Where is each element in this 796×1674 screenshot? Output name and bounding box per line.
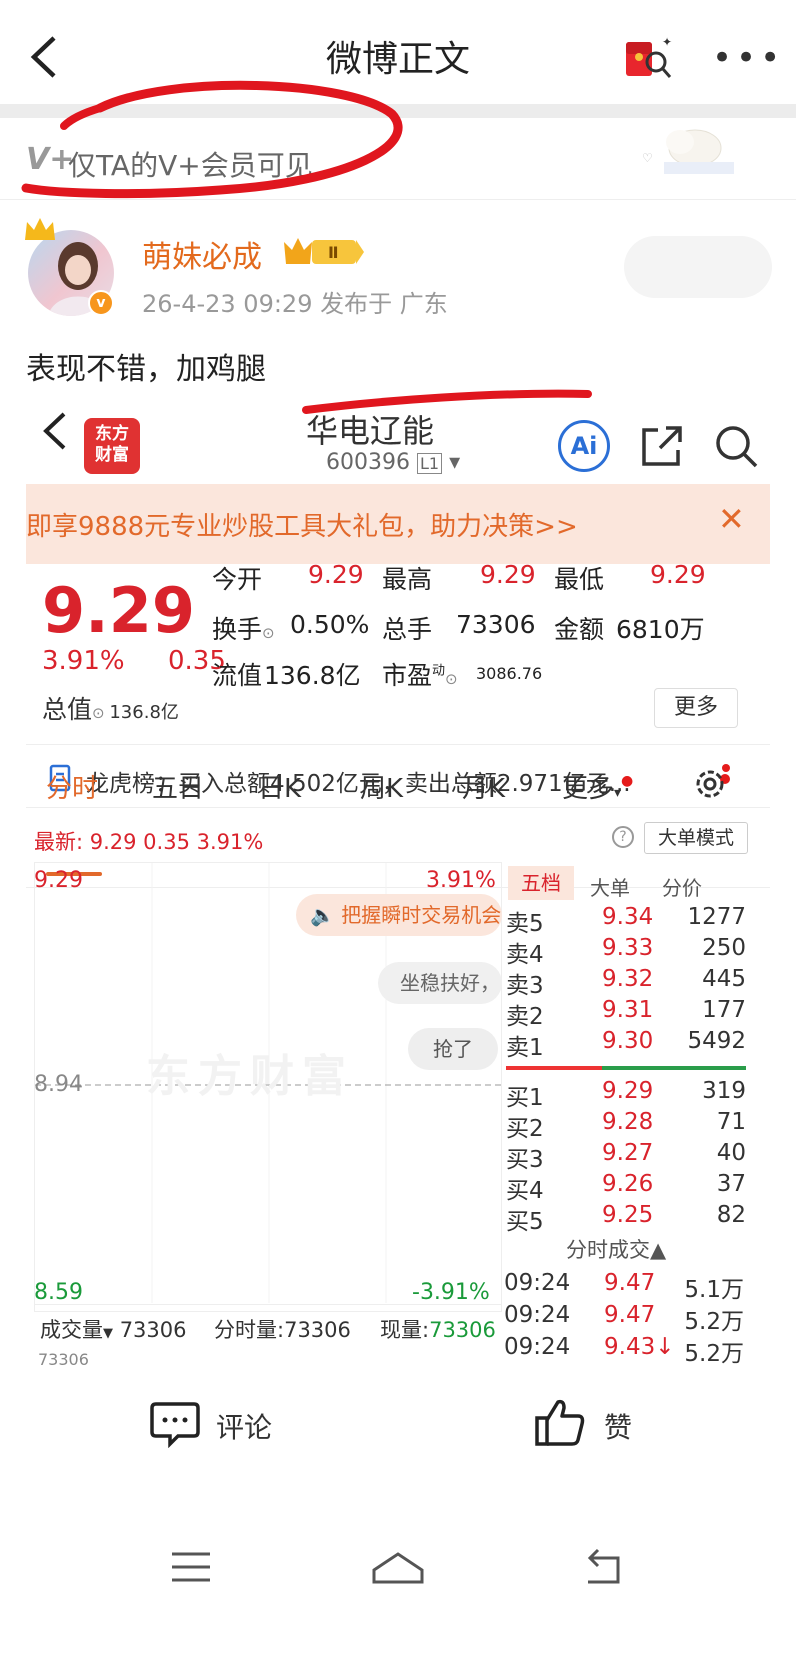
chart-low: 8.59 bbox=[34, 1280, 83, 1305]
amount-value: 6810万 bbox=[616, 615, 705, 644]
tab-orderbook: 五档 bbox=[508, 866, 574, 900]
comment-bubble: 坐稳扶好， bbox=[378, 962, 502, 1004]
tab-month-k: 月K bbox=[462, 774, 506, 804]
low-label: 最低 bbox=[554, 565, 605, 594]
big-order-mode-button: 大单模式 bbox=[644, 822, 748, 854]
chart-high: 9.29 bbox=[34, 868, 83, 893]
search-icon bbox=[716, 426, 758, 468]
thumbs-up-icon[interactable] bbox=[534, 1396, 586, 1448]
opportunity-tip: 🔈 把握瞬时交易机会 bbox=[296, 894, 502, 936]
tab-price-split: 分价 bbox=[662, 876, 702, 900]
stock-pct: 3.91% bbox=[42, 646, 125, 676]
chart-low-pct: -3.91% bbox=[412, 1280, 490, 1305]
svg-text:♡: ♡ bbox=[642, 151, 653, 165]
high-label: 最高 bbox=[382, 565, 433, 594]
red-packet-icon[interactable]: ✦ bbox=[622, 32, 674, 84]
gear-icon bbox=[696, 764, 730, 798]
pe-value: 3086.76 bbox=[476, 664, 543, 683]
crown-icon bbox=[25, 218, 55, 240]
float-cap-label: 流值 bbox=[212, 661, 263, 690]
sell-row: 卖2 9.31 177 bbox=[506, 997, 746, 1030]
turnover-label: 换手⊙ bbox=[212, 615, 275, 644]
svg-text:Ⅱ: Ⅱ bbox=[328, 243, 339, 262]
ai-icon: Ai bbox=[558, 420, 610, 472]
red-annotation-circle bbox=[21, 80, 403, 199]
volume-total: 成交量▼ 73306 bbox=[40, 1318, 187, 1342]
follow-button[interactable] bbox=[624, 236, 772, 298]
embedded-screenshot[interactable]: 东方 财富 华电辽能 600396 L1 ▾ Ai 即享9888元专业炒股工具大… bbox=[26, 384, 770, 1460]
cloud-sticker-icon: ♡ bbox=[642, 129, 734, 174]
latest-quote: 最新: 9.29 0.35 3.91% bbox=[34, 830, 264, 854]
comment-icon[interactable] bbox=[150, 1398, 200, 1448]
bid-ask-ratio-bar bbox=[506, 1066, 746, 1070]
post-text: 表现不错，加鸡腿 bbox=[26, 352, 266, 387]
tab-5day: 五日 bbox=[152, 774, 205, 804]
more-quotes-button: 更多 bbox=[654, 688, 738, 728]
help-icon: ? bbox=[612, 826, 634, 848]
svg-text:✦: ✦ bbox=[662, 35, 672, 49]
chart-high-pct: 3.91% bbox=[426, 868, 496, 893]
buy-row: 买1 9.29 319 bbox=[506, 1078, 746, 1111]
tab-week-k: 周K bbox=[360, 774, 404, 804]
amount-label: 金额 bbox=[554, 615, 605, 644]
author-name[interactable]: 萌妹必成 bbox=[142, 232, 262, 276]
turnover-value: 0.50% bbox=[290, 610, 370, 639]
buy-row: 买3 9.27 40 bbox=[506, 1140, 746, 1173]
tab-more: 更多▾● bbox=[562, 773, 634, 804]
promo-text: 即享9888元专业炒股工具大礼包，助力决策>> bbox=[26, 512, 578, 542]
member-level-badge: Ⅱ bbox=[284, 238, 364, 264]
comment-button[interactable]: 评论 bbox=[216, 1406, 272, 1446]
buy-row: 买2 9.28 71 bbox=[506, 1109, 746, 1142]
menu-icon[interactable] bbox=[172, 1552, 210, 1582]
red-strike-annotation bbox=[302, 389, 592, 414]
volume-now: 现量:73306 bbox=[380, 1318, 496, 1342]
trades-title: 分时成交▲ bbox=[566, 1238, 667, 1262]
volume-value: 73306 bbox=[456, 610, 536, 639]
tab-big-order: 大单 bbox=[590, 876, 630, 900]
pe-label: 市盈动⊙ bbox=[382, 661, 458, 690]
action-bar bbox=[0, 1366, 796, 1486]
back-nav-icon[interactable] bbox=[587, 1548, 620, 1584]
buy-row: 买5 9.25 82 bbox=[506, 1202, 746, 1235]
stock-back-icon bbox=[43, 412, 66, 450]
volume-label: 总手 bbox=[382, 615, 433, 644]
sell-row: 卖1 9.30 5492 bbox=[506, 1028, 746, 1061]
tab-day-k: 日K bbox=[258, 774, 302, 804]
high-value: 9.29 bbox=[480, 560, 536, 589]
share-icon bbox=[642, 426, 682, 466]
volume-fenshi: 分时量:73306 bbox=[214, 1318, 351, 1342]
eastmoney-logo: 东方 财富 bbox=[84, 418, 140, 474]
buy-row: 买4 9.26 37 bbox=[506, 1171, 746, 1204]
comment-bubble: 抢了 bbox=[408, 1028, 498, 1070]
post-meta: 26-4-23 09:29 发布于 广东 bbox=[142, 290, 448, 318]
float-cap-value: 136.8亿 bbox=[264, 661, 361, 690]
stock-price: 9.29 bbox=[42, 574, 195, 647]
verified-badge-icon: v bbox=[88, 290, 114, 316]
open-label: 今开 bbox=[212, 565, 263, 594]
market-cap: 总值⊙ 136.8亿 bbox=[42, 695, 179, 724]
sell-row: 卖4 9.33 250 bbox=[506, 935, 746, 968]
watermark: 东方财富 bbox=[146, 1051, 354, 1102]
like-button[interactable]: 赞 bbox=[604, 1406, 632, 1446]
more-dots-icon[interactable]: ••• bbox=[712, 38, 784, 78]
tab-fenshi: 分时 bbox=[46, 774, 99, 804]
speaker-icon: 🔈 bbox=[310, 903, 342, 927]
sell-row: 卖5 9.34 1277 bbox=[506, 904, 746, 937]
system-nav-bar bbox=[172, 1548, 620, 1584]
stock-code: 600396 L1 ▾ bbox=[326, 450, 461, 475]
low-value: 9.29 bbox=[650, 560, 706, 589]
home-icon[interactable] bbox=[372, 1552, 424, 1584]
chart-mid: 8.94 bbox=[34, 1072, 83, 1097]
open-value: 9.29 bbox=[308, 560, 364, 589]
sell-row: 卖3 9.32 445 bbox=[506, 966, 746, 999]
close-icon: ✕ bbox=[718, 500, 745, 538]
